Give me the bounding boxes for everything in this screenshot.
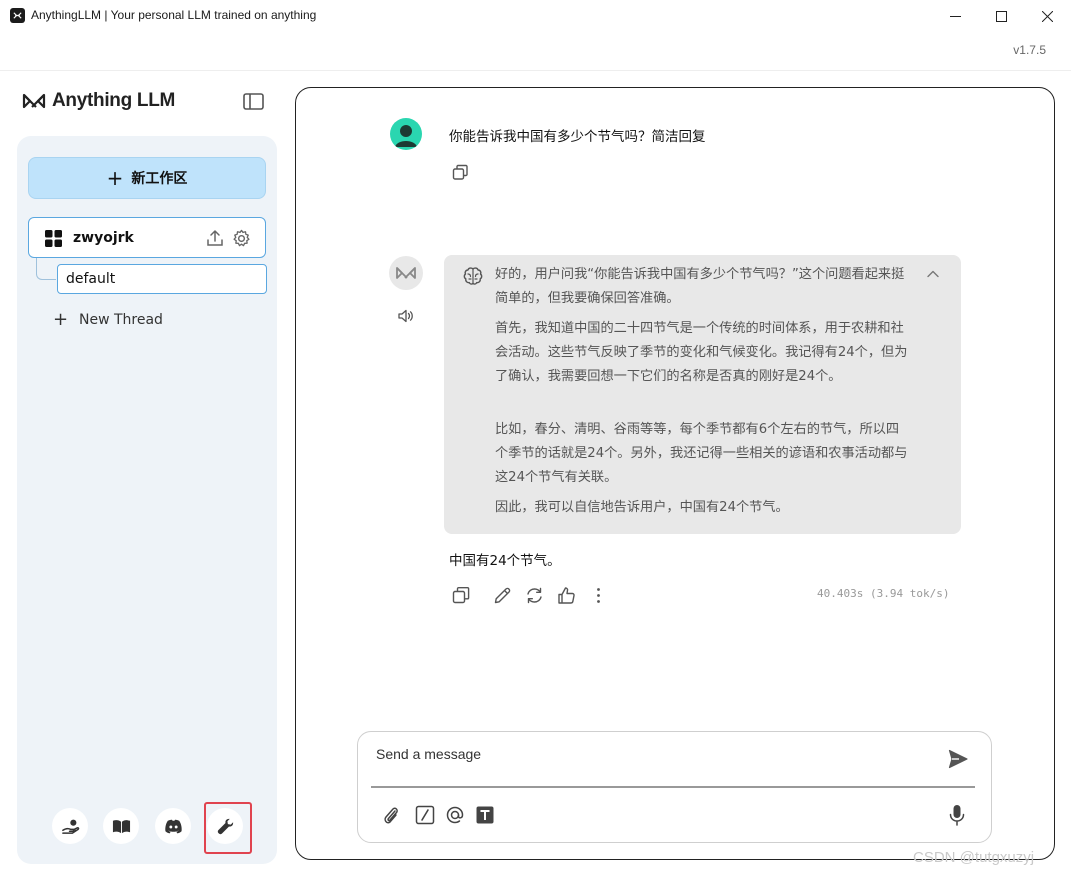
user-avatar [390,118,422,150]
thumbs-up-icon[interactable] [557,586,576,605]
response-timing: 40.403s (3.94 tok/s) [817,587,950,600]
assistant-avatar [389,256,423,290]
thread-item-default[interactable]: default [57,264,267,294]
thinking-paragraph: 首先，我知道中国的二十四节气是一个传统的时间体系，用于农耕和社会活动。这些节气反… [495,321,908,384]
sidebar-toggle-icon [243,93,264,110]
microphone-icon[interactable] [947,804,967,826]
brain-icon [463,267,483,285]
mention-at-icon[interactable] [445,804,465,826]
upload-icon[interactable] [206,229,224,247]
settings-highlight-box [204,802,252,854]
docs-book-icon [112,819,130,833]
speaker-icon[interactable] [397,307,415,325]
app-logo: Anything LLM [22,90,175,112]
plus-icon: + [53,309,69,330]
app-logo-icon [10,8,25,23]
composer-divider [371,786,975,788]
window-titlebar: AnythingLLM | Your personal LLM trained … [0,0,1071,32]
message-input[interactable]: Send a message [376,746,481,762]
new-thread-label: New Thread [79,311,163,328]
header-divider [0,70,1071,71]
copy-icon[interactable] [452,586,471,605]
plus-icon: + [106,166,124,190]
anythingllm-logo-icon [22,93,46,109]
thinking-paragraph: 因此，我可以自信地告诉用户，中国有24个节气。 [495,500,789,515]
new-thread-button[interactable]: + New Thread [53,309,163,330]
chevron-up-icon[interactable] [925,266,941,282]
docs-button[interactable] [103,808,139,844]
assistant-answer: 中国有24个节气。 [449,553,561,569]
workspace-grid-icon [45,230,62,247]
anythingllm-logo-icon [396,267,416,279]
discord-button[interactable] [155,808,191,844]
community-hub-icon [61,819,79,834]
send-icon[interactable] [947,748,969,770]
watermark-text: CSDN @tutgxuzyj [913,849,1035,866]
more-options-icon[interactable] [589,586,608,605]
new-workspace-label: 新工作区 [131,171,188,187]
minimize-icon [949,15,961,17]
close-button[interactable] [1024,0,1070,32]
close-icon [1041,10,1053,22]
minimize-button[interactable] [932,0,978,32]
thread-connector-line [36,258,56,280]
window-title: AnythingLLM | Your personal LLM trained … [31,8,317,22]
text-format-icon[interactable] [475,804,495,826]
regenerate-icon[interactable] [525,586,544,605]
workspace-name: zwyojrk [73,230,134,246]
new-workspace-button[interactable]: + 新工作区 [28,157,266,199]
thinking-paragraph: 比如，春分、清明、谷雨等等，每个季节都有6个左右的节气，所以四个季节的话就是24… [495,422,908,485]
discord-icon [164,819,182,833]
attachment-paperclip-icon[interactable] [381,804,401,826]
sidebar-toggle-button[interactable] [243,93,264,110]
community-hub-button[interactable] [52,808,88,844]
slash-command-icon[interactable] [415,804,435,826]
copy-icon[interactable] [452,164,469,181]
user-avatar-icon [395,125,417,147]
maximize-button[interactable] [978,0,1024,32]
user-message: 你能告诉我中国有多少个节气吗？简洁回复 [449,129,706,145]
version-label: v1.7.5 [1013,43,1046,57]
thinking-paragraph: 好的，用户问我“你能告诉我中国有多少个节气吗？”这个问题看起来挺简单的，但我要确… [495,267,905,306]
maximize-icon [995,10,1007,22]
workspace-item[interactable]: zwyojrk [28,217,266,258]
gear-icon[interactable] [232,229,251,248]
edit-pencil-icon[interactable] [493,586,512,605]
logo-text: Anything LLM [52,90,176,111]
